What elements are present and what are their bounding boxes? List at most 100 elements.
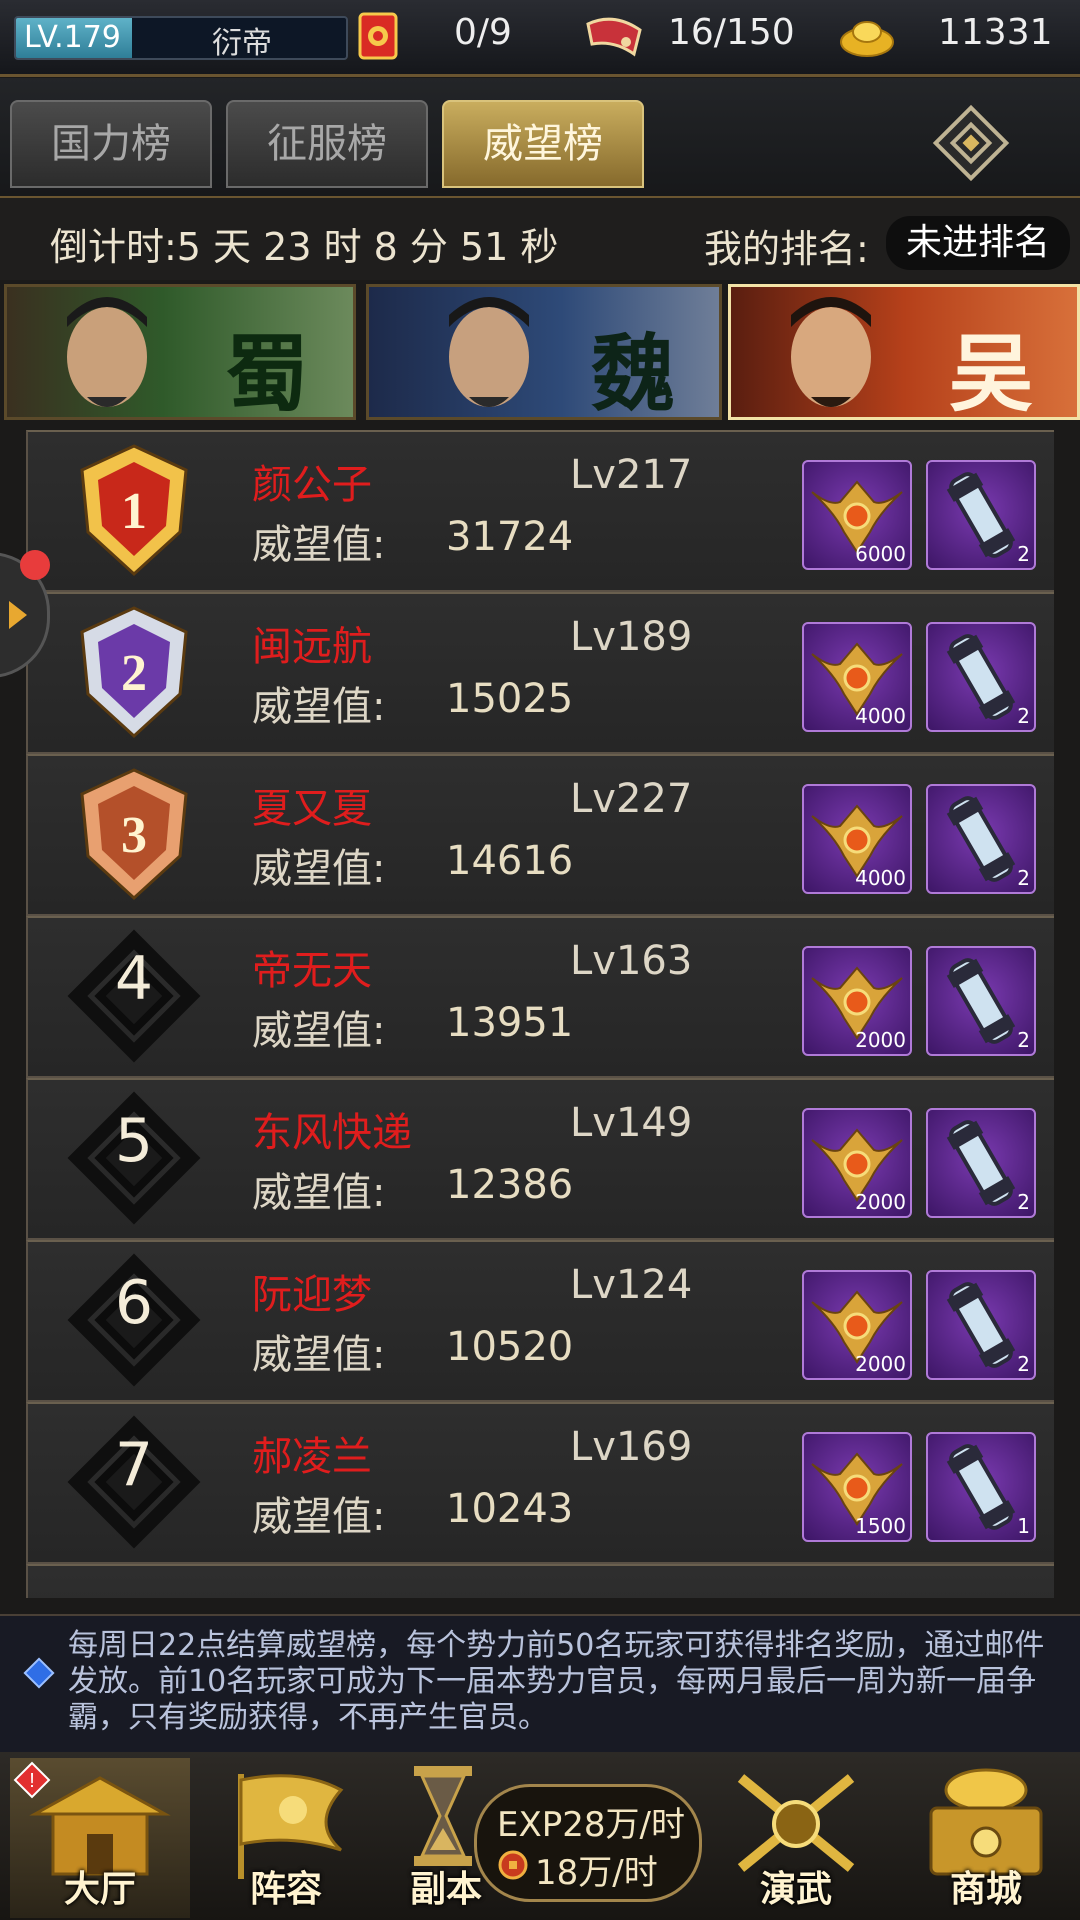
prestige-value: 10520 [446, 1324, 574, 1370]
player-name[interactable]: 颜公子 [252, 452, 372, 510]
player-level: Lv189 [570, 614, 693, 660]
ranking-list[interactable]: 1 颜公子 Lv217 威望值: 31724 6000 2 2 闽远航 Lv18… [26, 430, 1054, 1598]
table-row[interactable] [26, 1564, 1054, 1598]
prestige-label: 威望值: [252, 522, 386, 568]
reward-item-scroll[interactable]: 1 [926, 1432, 1036, 1542]
rank-medal-icon: 1 [80, 444, 188, 577]
reward-item-scroll[interactable]: 2 [926, 1108, 1036, 1218]
nav-lineup-label: 阵容 [249, 1868, 322, 1910]
player-name[interactable]: 帝无天 [252, 938, 372, 996]
player-level: Lv163 [570, 938, 693, 984]
reward-item-scroll[interactable]: 2 [926, 946, 1036, 1056]
reward-count: 6000 [855, 542, 906, 566]
player-level: Lv149 [570, 1100, 693, 1146]
reward-count: 2 [1017, 866, 1030, 890]
table-row[interactable]: 7 郝凌兰 Lv169 威望值: 10243 1500 1 [26, 1402, 1054, 1564]
prestige-label: 威望值: [252, 1494, 386, 1540]
rank-number: 7 [114, 1430, 154, 1500]
gold-count: 11331 [938, 12, 1053, 53]
stamina-horn-icon[interactable] [584, 10, 644, 62]
reward-item-prestige[interactable]: 1500 [802, 1432, 912, 1542]
faction-wu-banner[interactable]: 吴 [728, 284, 1080, 420]
nav-shop-label: 商城 [949, 1868, 1022, 1910]
countdown-row: 倒计时:5 天 23 时 8 分 51 秒 我的排名: 未进排名 [0, 198, 1080, 280]
prestige-label: 威望值: [252, 1008, 386, 1054]
table-row[interactable]: 6 阮迎梦 Lv124 威望值: 10520 2000 2 [26, 1240, 1054, 1402]
reward-count: 2000 [855, 1352, 906, 1376]
reward-item-scroll[interactable]: 2 [926, 622, 1036, 732]
rank-number: 5 [114, 1106, 154, 1176]
tab-prestige[interactable]: 威望榜 [442, 100, 644, 188]
reward-item-prestige[interactable]: 2000 [802, 946, 912, 1056]
reward-count: 1500 [855, 1514, 906, 1538]
tab-conquest[interactable]: 征服榜 [226, 100, 428, 188]
reward-item-prestige[interactable]: 2000 [802, 1108, 912, 1218]
prestige-value: 10243 [446, 1486, 574, 1532]
income-rate-display: EXP28万/时 18万/时 [474, 1784, 702, 1902]
rank-number: 4 [114, 944, 154, 1014]
player-level: Lv169 [570, 1424, 693, 1470]
hourglass-icon [414, 1766, 472, 1866]
nav-arena-button[interactable]: 演武 [706, 1758, 886, 1918]
faction-shu-name: 蜀 [224, 324, 309, 420]
rank-medal-number: 1 [121, 483, 147, 540]
reward-count: 2 [1017, 1028, 1030, 1052]
player-name[interactable]: 郝凌兰 [252, 1424, 372, 1482]
gold-ingot-icon[interactable] [838, 10, 896, 62]
exp-rate-text: EXP28万/时 [497, 1805, 685, 1845]
table-row[interactable]: 1 颜公子 Lv217 威望值: 31724 6000 2 [26, 430, 1054, 592]
player-name[interactable]: 夏又夏 [252, 776, 372, 834]
reward-item-prestige[interactable]: 4000 [802, 784, 912, 894]
player-level: Lv124 [570, 1262, 693, 1308]
reward-item-prestige[interactable]: 2000 [802, 1270, 912, 1380]
prestige-value: 31724 [446, 514, 574, 560]
reward-count: 4000 [855, 704, 906, 728]
coin-icon [498, 1850, 528, 1880]
my-rank-label: 我的排名: [704, 227, 869, 271]
reward-item-scroll[interactable]: 2 [926, 1270, 1036, 1380]
player-name[interactable]: 闽远航 [252, 614, 372, 672]
token-count: 0/9 [454, 12, 512, 53]
player-name[interactable]: 阮迎梦 [252, 1262, 372, 1320]
table-row[interactable]: 2 闽远航 Lv189 威望值: 15025 4000 2 [26, 592, 1054, 754]
prestige-label: 威望值: [252, 684, 386, 730]
menu-diamond-icon[interactable] [932, 104, 1010, 182]
reward-count: 2 [1017, 542, 1030, 566]
my-rank-value: 未进排名 [886, 216, 1070, 270]
chevron-right-icon [9, 601, 27, 629]
table-row[interactable]: 4 帝无天 Lv163 威望值: 13951 2000 2 [26, 916, 1054, 1078]
reward-count: 2000 [855, 1190, 906, 1214]
tab-national-power[interactable]: 国力榜 [10, 100, 212, 188]
reward-item-scroll[interactable]: 2 [926, 784, 1036, 894]
table-row[interactable]: 5 东风快递 Lv149 威望值: 12386 2000 2 [26, 1078, 1054, 1240]
level-bar[interactable]: LV.179 衍帝 [14, 16, 348, 60]
reward-item-scroll[interactable]: 2 [926, 460, 1036, 570]
reward-count: 2 [1017, 1190, 1030, 1214]
wu-general-portrait [791, 297, 871, 407]
rank-medal-number: 2 [121, 645, 147, 702]
nav-hall-button[interactable]: ! 大厅 [10, 1758, 190, 1918]
player-level: Lv217 [570, 452, 693, 498]
reward-count: 2 [1017, 1352, 1030, 1376]
top-bar: LV.179 衍帝 0/9 16/150 11331 [0, 0, 1080, 77]
table-row[interactable]: 3 夏又夏 Lv227 威望值: 14616 4000 2 [26, 754, 1054, 916]
prestige-value: 13951 [446, 1000, 574, 1046]
rank-medal-number: 3 [121, 807, 147, 864]
stamina-count: 16/150 [668, 12, 795, 53]
reward-item-prestige[interactable]: 4000 [802, 622, 912, 732]
bottom-nav: ! 大厅 阵容 副本 EXP28万/时 18万/时 演武 商城 [0, 1752, 1080, 1920]
nav-lineup-button[interactable]: 阵容 [196, 1758, 376, 1918]
prestige-label: 威望值: [252, 846, 386, 892]
shu-general-portrait [67, 297, 147, 407]
nav-shop-button[interactable]: 商城 [896, 1758, 1076, 1918]
reward-item-prestige[interactable]: 6000 [802, 460, 912, 570]
coin-rate-text: 18万/时 [535, 1853, 658, 1893]
info-diamond-icon [23, 1657, 55, 1689]
faction-shu-banner[interactable]: 蜀 [4, 284, 356, 420]
token-icon[interactable] [352, 10, 404, 62]
faction-wei-name: 魏 [590, 324, 675, 420]
faction-wei-banner[interactable]: 魏 [366, 284, 722, 420]
player-name[interactable]: 东风快递 [252, 1100, 412, 1158]
prestige-label: 威望值: [252, 1332, 386, 1378]
wei-general-portrait [449, 297, 529, 407]
